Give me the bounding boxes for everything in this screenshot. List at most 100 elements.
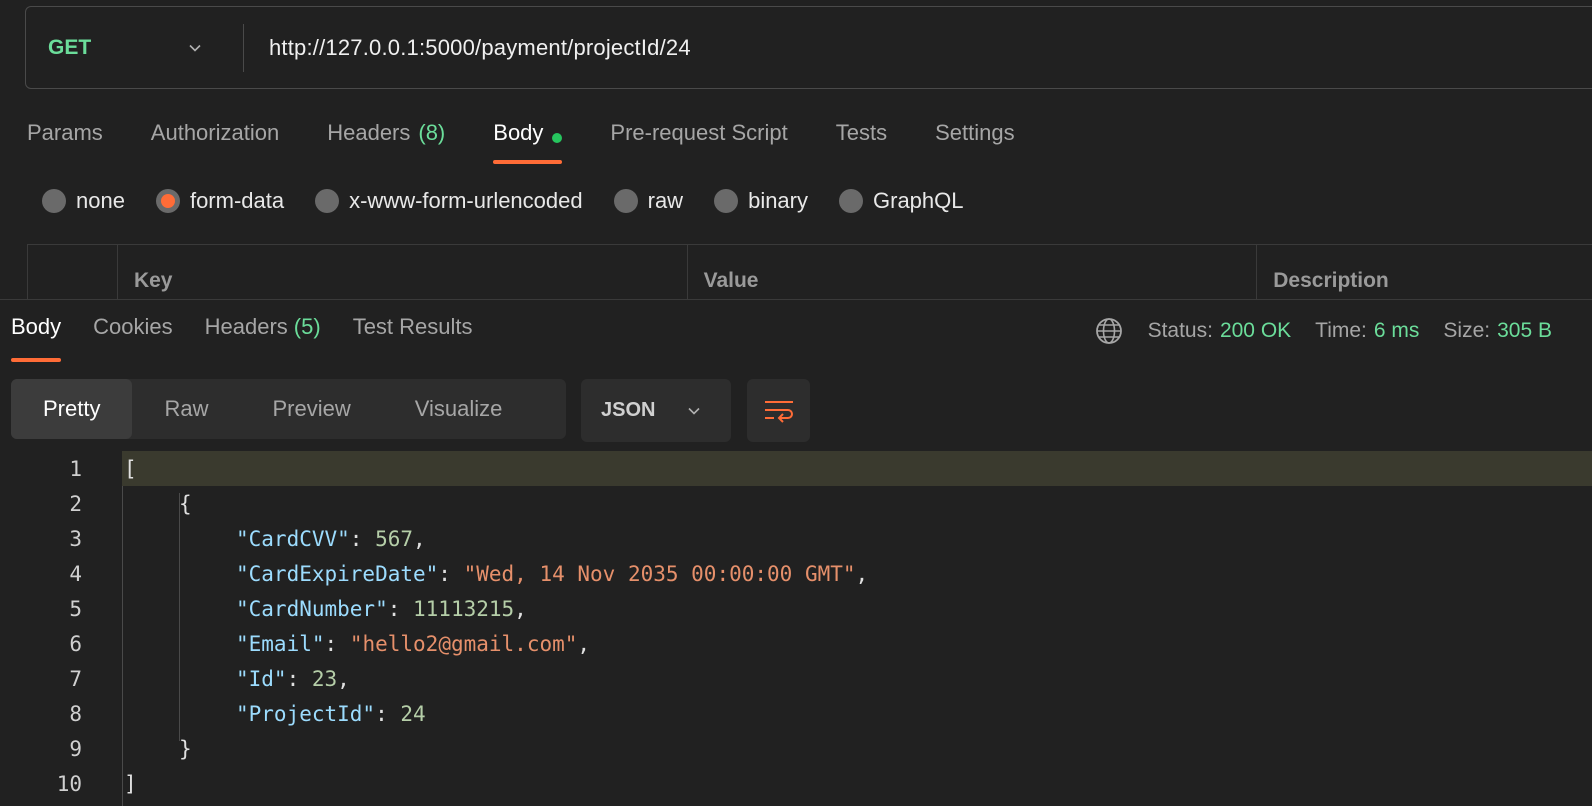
code-line: 4 "CardExpireDate": "Wed, 14 Nov 2035 00… [0, 556, 1592, 591]
view-mode-raw[interactable]: Raw [132, 379, 240, 439]
radio-button[interactable] [714, 189, 739, 213]
json-punct: , [337, 666, 350, 691]
mode-graphql[interactable]: GraphQL [839, 188, 964, 214]
json-punct: , [577, 631, 591, 656]
radio-button[interactable] [155, 189, 180, 213]
request-bar: GET http://127.0.0.1:5000/payment/projec… [25, 6, 1592, 89]
json-punct: ] [124, 771, 137, 796]
column-header-value: Value [688, 245, 1258, 299]
tab-label: Test Results [352, 314, 473, 339]
status-value: 200 OK [1219, 319, 1292, 342]
wrap-lines-button[interactable] [747, 379, 810, 442]
column-header-description: Description [1257, 245, 1592, 299]
json-key: "ProjectId" [236, 701, 376, 726]
wrap-lines-icon [764, 400, 793, 423]
size-label: Size: [1443, 319, 1491, 342]
mode-label: x-www-form-urlencoded [349, 188, 583, 213]
status-label: Status: [1147, 319, 1213, 342]
json-key: "CardCVV" [236, 526, 350, 551]
chevron-down-icon [189, 44, 201, 52]
tab-body[interactable]: Body [493, 112, 563, 166]
response-time[interactable]: Time: 6 ms [1315, 319, 1419, 343]
time-label: Time: [1315, 319, 1367, 342]
view-mode-pretty[interactable]: Pretty [11, 379, 133, 439]
method-select[interactable]: GET [26, 23, 244, 72]
response-tab-cookies[interactable]: Cookies [93, 314, 172, 362]
line-content: "Id": 23, [236, 666, 350, 691]
tab-label: Authorization [150, 120, 280, 145]
line-number: 4 [69, 561, 82, 586]
line-number: 7 [69, 666, 82, 691]
tab-headers[interactable]: Headers (8) [327, 112, 445, 166]
line-number: 10 [56, 771, 82, 796]
tab-tests[interactable]: Tests [836, 112, 887, 166]
tab-label: Headers [327, 120, 411, 145]
json-punct: , [855, 561, 869, 586]
line-content: { [122, 486, 1592, 521]
line-content: "CardNumber": 11113215, [236, 596, 527, 621]
line-content: "ProjectId": 24 [236, 701, 426, 726]
tab-authorization[interactable]: Authorization [151, 112, 279, 166]
mode-form-data[interactable]: form-data [155, 188, 285, 214]
code-line: 3 "CardCVV": 567, [0, 521, 1592, 556]
tab-label: Body [493, 120, 544, 145]
response-tab-body[interactable]: Body [11, 314, 62, 362]
view-mode-visualize[interactable]: Visualize [383, 379, 535, 439]
tab-settings[interactable]: Settings [935, 112, 1015, 166]
status-code[interactable]: Status: 200 OK [1148, 319, 1292, 343]
format-label: JSON [601, 399, 656, 421]
line-number: 2 [69, 491, 82, 516]
line-content: "Email": "hello2@gmail.com", [236, 631, 591, 656]
mode-label: form-data [189, 188, 285, 213]
radio-button[interactable] [839, 189, 863, 213]
view-mode-preview[interactable]: Preview [240, 379, 382, 439]
json-value: "Wed, 14 Nov 2035 00:00:00 GMT" [463, 561, 856, 586]
radio-button[interactable] [315, 189, 340, 213]
code-line: 1 [ [0, 451, 1592, 486]
mode-binary[interactable]: binary [714, 188, 808, 214]
body-mode-group: none form-data x-www-form-urlencoded raw… [42, 188, 995, 214]
tab-label: Tests [835, 120, 888, 145]
json-editor[interactable]: 1 [ 2 { 3 "CardCVV": 567, 4 "CardExpireD… [0, 451, 1592, 806]
json-key: "Email" [236, 631, 325, 656]
mode-none[interactable]: none [42, 188, 125, 214]
tab-label: Headers [204, 314, 288, 339]
mode-x-www-form-urlencoded[interactable]: x-www-form-urlencoded [315, 188, 583, 214]
json-key: "CardNumber" [236, 596, 388, 621]
url-input[interactable]: http://127.0.0.1:5000/payment/projectId/… [269, 35, 691, 61]
tab-label: Cookies [93, 314, 173, 339]
response-headers-count: (5) [293, 314, 321, 339]
tab-params[interactable]: Params [27, 112, 103, 166]
line-content: "CardExpireDate": "Wed, 14 Nov 2035 00:0… [236, 561, 869, 586]
headers-count: (8) [418, 120, 446, 145]
chevron-down-icon [688, 407, 700, 415]
json-punct: } [179, 736, 192, 761]
response-tab-test-results[interactable]: Test Results [353, 314, 473, 362]
response-pane: Body Cookies Headers (5) Test Results Sta… [0, 299, 1592, 806]
code-line: 6 "Email": "hello2@gmail.com", [0, 626, 1592, 661]
radio-button[interactable] [42, 189, 66, 213]
form-data-table: Key Value Description [27, 244, 1592, 299]
json-value: 24 [400, 701, 426, 726]
line-number: 6 [69, 631, 82, 656]
globe-icon[interactable] [1094, 316, 1124, 346]
line-number: 9 [69, 736, 82, 761]
code-line: 5 "CardNumber": 11113215, [0, 591, 1592, 626]
tab-label: Pre-request Script [610, 120, 788, 145]
mode-label: none [76, 188, 125, 213]
tab-pre-request-script[interactable]: Pre-request Script [610, 112, 787, 166]
mode-raw[interactable]: raw [613, 188, 683, 214]
view-mode-group: Pretty Raw Preview Visualize [11, 379, 566, 439]
line-content: ] [122, 766, 1592, 801]
json-key: "CardExpireDate" [236, 561, 439, 586]
json-punct: { [179, 491, 192, 516]
code-line: 7 "Id": 23, [0, 661, 1592, 696]
format-select[interactable]: JSON [581, 379, 731, 442]
line-number: 5 [69, 596, 82, 621]
response-tab-headers[interactable]: Headers (5) [205, 314, 321, 362]
line-content: "CardCVV": 567, [236, 526, 426, 551]
response-size[interactable]: Size: 305 B [1443, 319, 1552, 343]
tab-label: Body [11, 314, 62, 339]
json-value: 567 [375, 526, 414, 551]
radio-button[interactable] [613, 189, 638, 213]
